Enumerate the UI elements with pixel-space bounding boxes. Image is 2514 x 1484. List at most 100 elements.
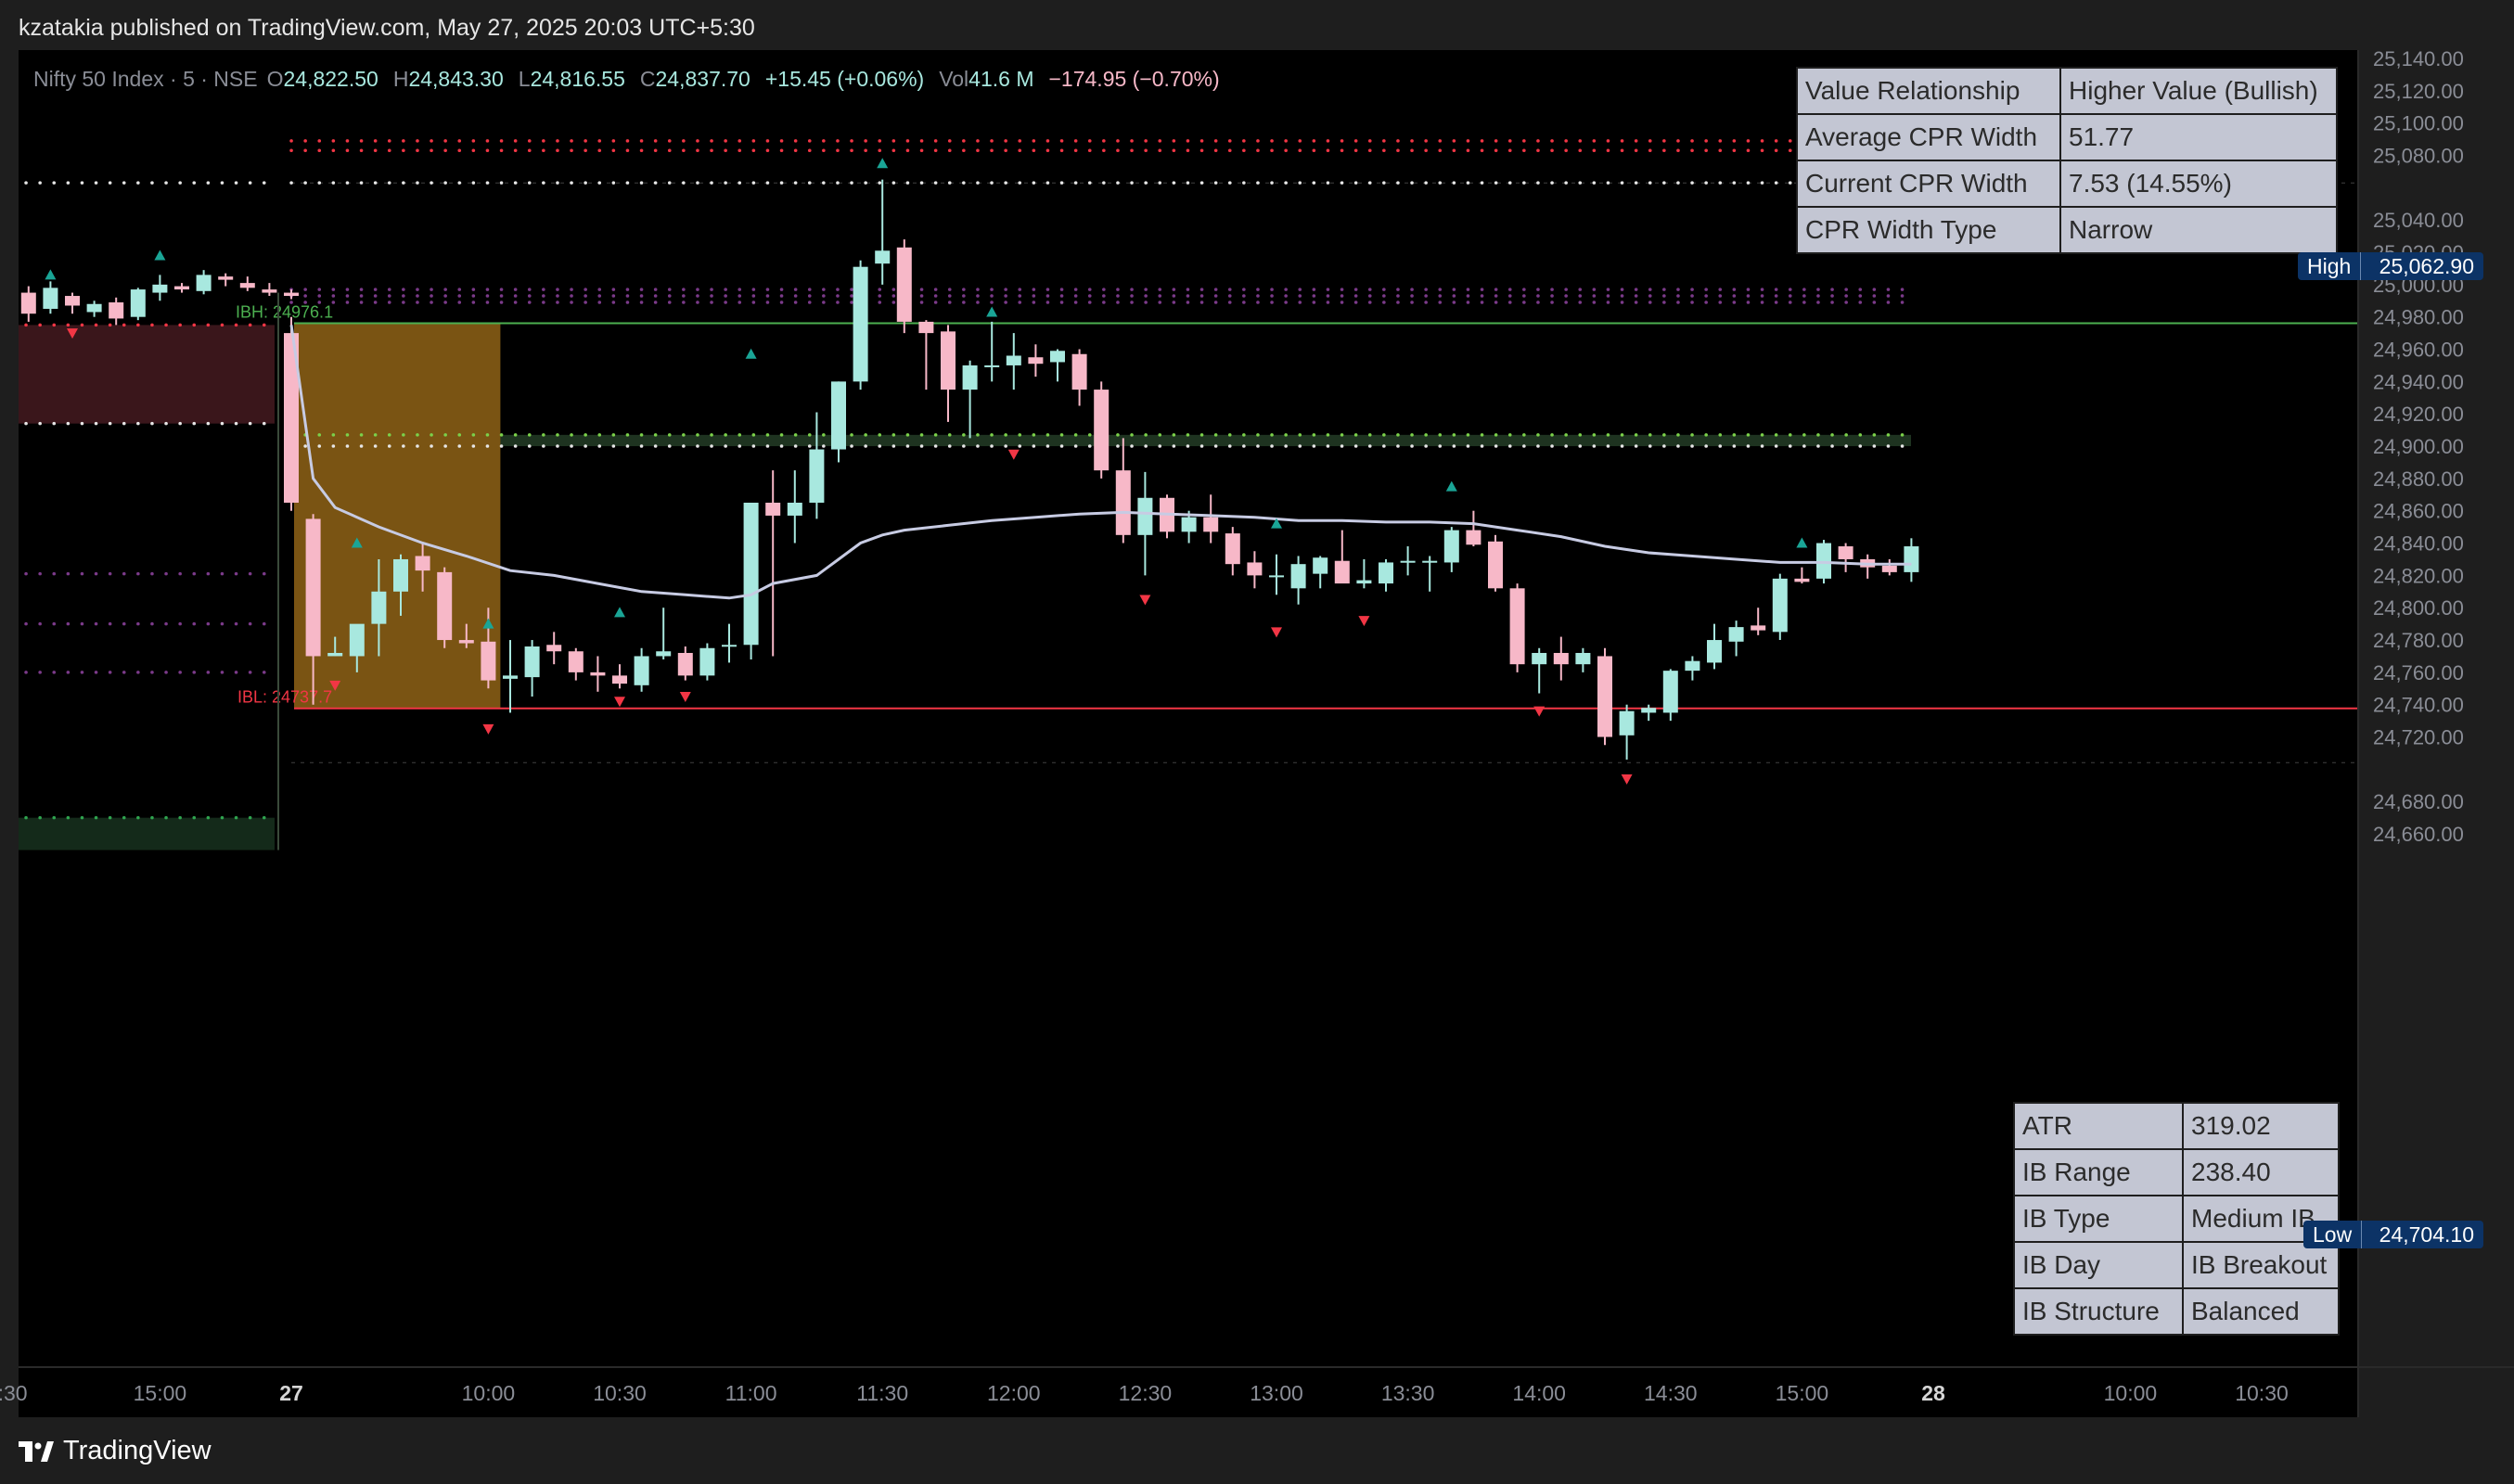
candle-up: [1641, 708, 1657, 713]
cpr-value: Narrow: [2059, 206, 2338, 254]
ib-high-label: IBH: 24976.1: [236, 302, 333, 321]
time-axis-label: 13:00: [1250, 1381, 1303, 1405]
price-axis-label: 24,760.00: [2373, 661, 2464, 684]
candle-down: [218, 276, 234, 280]
candle-up: [1379, 562, 1393, 584]
candle-down: [1094, 390, 1109, 471]
candle-up: [503, 675, 518, 679]
candle-up: [984, 365, 1000, 367]
candle-up: [743, 502, 759, 646]
candle-down: [109, 302, 124, 319]
time-axis-label: 11:30: [856, 1381, 908, 1405]
cpr-key: Average CPR Width: [1796, 113, 2061, 161]
legend-close-value: 24,837.70: [656, 67, 750, 91]
candle-down: [284, 292, 299, 297]
candle-down: [612, 675, 627, 684]
candle-up: [1400, 560, 1416, 563]
price-axis-label: 25,040.00: [2373, 209, 2464, 232]
high-tag-label: High: [2298, 252, 2362, 280]
candle-up: [1619, 710, 1635, 736]
candle-up: [722, 645, 737, 647]
candle-up: [1290, 564, 1306, 589]
time-axis-label: 15:00: [1776, 1381, 1829, 1405]
candle-up: [699, 647, 715, 676]
candle-up: [130, 289, 146, 317]
ib-key: IB Structure: [2013, 1287, 2184, 1336]
candle-down: [1553, 652, 1569, 665]
cpr-key: CPR Width Type: [1796, 206, 2061, 254]
price-axis-label: 25,120.00: [2373, 80, 2464, 103]
candle-up: [809, 449, 825, 503]
candle-up: [524, 646, 540, 678]
ib-info-table: ATR 319.02 IB Range 238.40 IB Type Medium I…: [2013, 1102, 2340, 1336]
legend-vol-label: Vol: [939, 67, 968, 91]
time-axis-label: 12:00: [987, 1381, 1041, 1405]
high-price-tag: High 25,062.90: [2298, 252, 2483, 280]
price-axis-label: 25,100.00: [2373, 112, 2464, 135]
chart-background: [19, 50, 2358, 1417]
candle-down: [896, 247, 912, 322]
legend-low-label: L: [519, 67, 531, 91]
cpr-value: Higher Value (Bullish): [2059, 67, 2338, 115]
candle-down: [1334, 560, 1350, 584]
candle-down: [1028, 357, 1044, 365]
price-axis-label: 25,140.00: [2373, 47, 2464, 70]
candle-down: [239, 283, 255, 288]
prev-day-zone: [19, 325, 275, 424]
price-axis-label: 24,820.00: [2373, 564, 2464, 587]
candle-up: [1685, 660, 1700, 672]
candle-down: [1881, 565, 1897, 572]
prev-day-zone: [19, 817, 275, 851]
price-axis-label: 24,740.00: [2373, 694, 2464, 717]
price-axis-label: 24,720.00: [2373, 726, 2464, 749]
legend-vol-change: −174.95 (−0.70%): [1049, 67, 1220, 91]
candle-up: [371, 591, 387, 624]
ib-value: 238.40: [2182, 1148, 2340, 1196]
candle-down: [1488, 541, 1503, 589]
candle-up: [1422, 560, 1438, 563]
candle-up: [875, 250, 891, 264]
time-axis-label: 10:00: [2104, 1381, 2158, 1405]
candle-down: [590, 672, 606, 676]
cpr-info-table: Value Relationship Higher Value (Bullish)…: [1796, 67, 2338, 254]
ib-value: 319.02: [2182, 1102, 2340, 1150]
candle-up: [86, 303, 102, 313]
candle-up: [1181, 517, 1197, 532]
candle-down: [174, 286, 189, 290]
high-tag-value: 25,062.90: [2379, 254, 2474, 278]
low-tag-value: 24,704.10: [2379, 1222, 2474, 1247]
price-axis-label: 24,800.00: [2373, 596, 2464, 620]
candle-down: [918, 321, 934, 334]
price-axis-label: 24,860.00: [2373, 500, 2464, 523]
price-axis-label: 24,840.00: [2373, 532, 2464, 556]
price-axis-label: 24,960.00: [2373, 339, 2464, 362]
candle-up: [196, 275, 212, 291]
price-axis-label: 24,900.00: [2373, 435, 2464, 458]
legend-open-value: 24,822.50: [283, 67, 378, 91]
cpr-value: 7.53 (14.55%): [2059, 160, 2338, 208]
initial-balance-box: [294, 323, 501, 709]
candle-down: [1225, 533, 1240, 565]
legend-symbol: Nifty 50 Index · 5 · NSE: [33, 67, 258, 91]
ib-key: IB Day: [2013, 1241, 2184, 1289]
price-axis-label: 24,880.00: [2373, 467, 2464, 491]
candle-up: [1356, 580, 1372, 584]
candle-up: [1816, 543, 1831, 579]
candle-up: [1313, 557, 1328, 574]
ib-key: IB Range: [2013, 1148, 2184, 1196]
low-tag-label: Low: [2303, 1221, 2363, 1248]
candle-down: [1071, 353, 1087, 390]
candle-down: [1115, 470, 1131, 535]
candle-down: [765, 502, 781, 516]
ib-value: IB Breakout: [2182, 1241, 2340, 1289]
candle-up: [1904, 546, 1919, 572]
cpr-value: 51.77: [2059, 113, 2338, 161]
tradingview-logo[interactable]: TradingView: [19, 1436, 212, 1466]
time-axis-label: 14:00: [1512, 1381, 1566, 1405]
candle-down: [1203, 517, 1219, 532]
candle-up: [853, 266, 868, 382]
tradingview-brand: TradingView: [63, 1436, 212, 1465]
ib-low-label: IBL: 24737.7: [237, 688, 332, 707]
time-axis-label: 10:30: [2235, 1381, 2289, 1405]
candle-up: [1137, 497, 1153, 535]
